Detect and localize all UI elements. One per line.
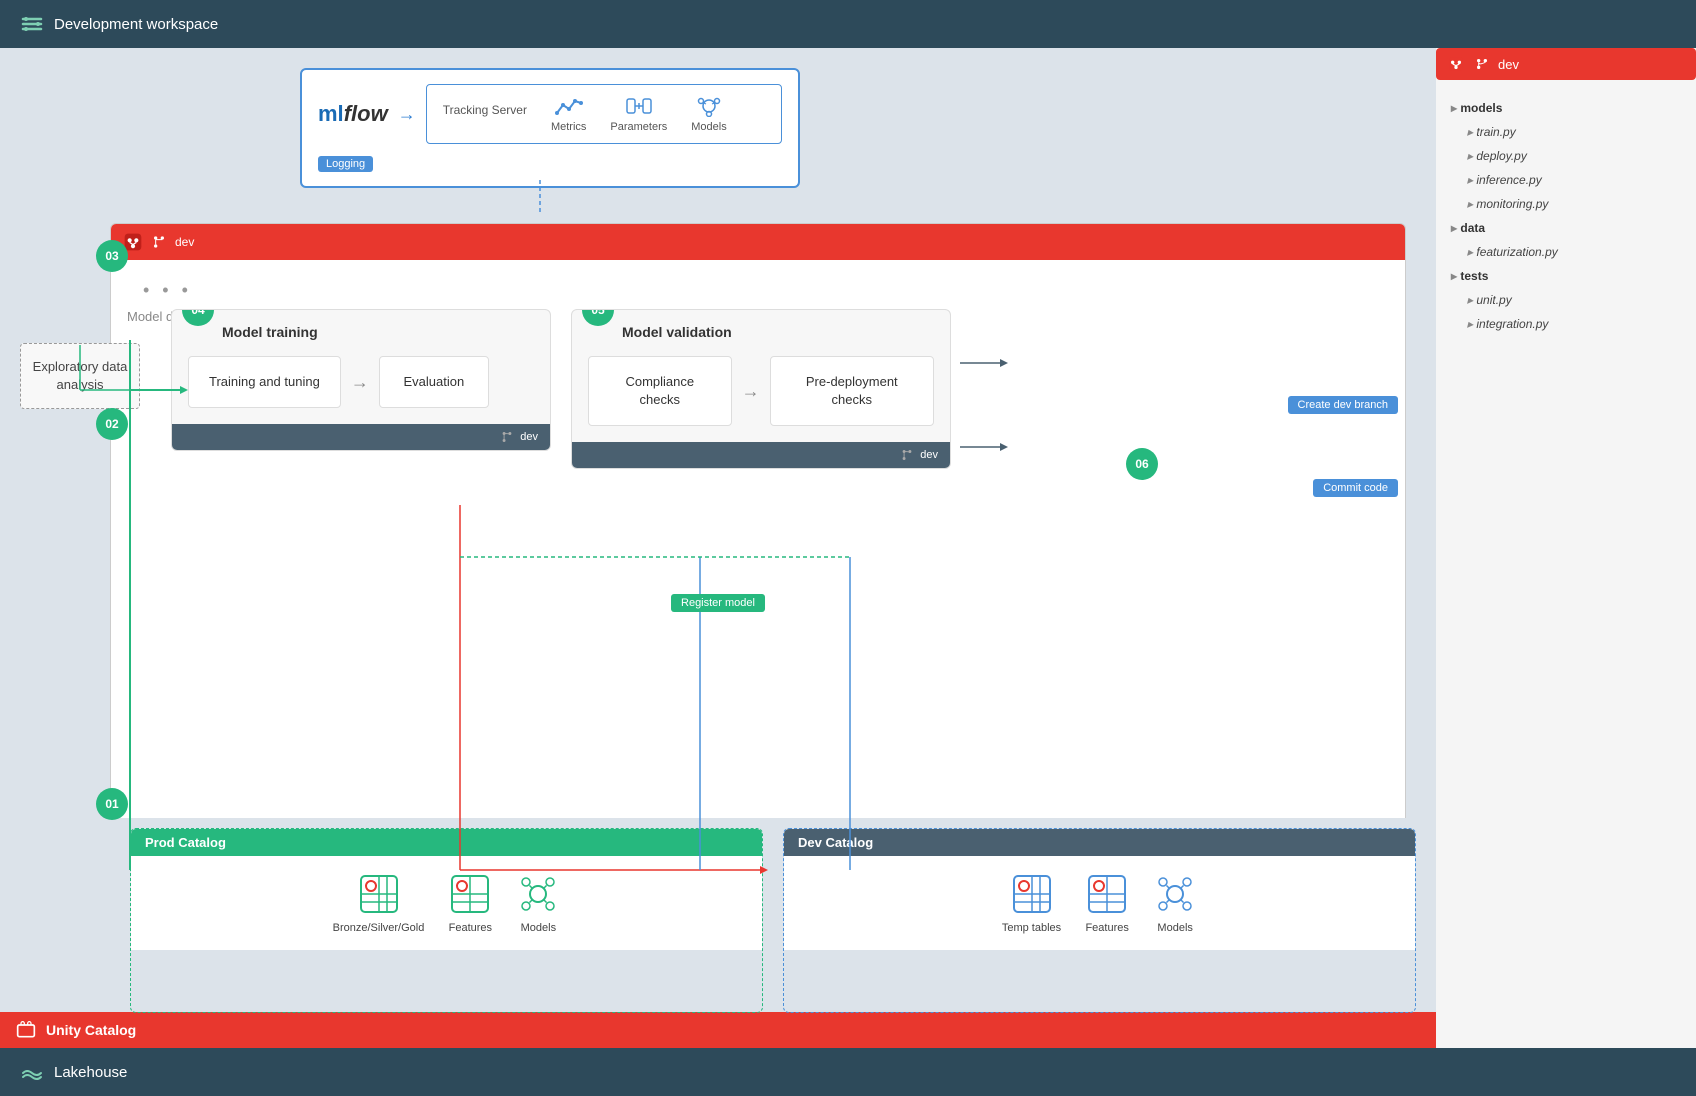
training-content: Training and tuning → Evaluation — [172, 348, 550, 424]
tracking-server-container: Tracking Server Metrics — [426, 84, 782, 144]
models-tracking-icon — [695, 95, 723, 117]
dev-workspace-container: dev • • • Model deployment 04 Model trai… — [110, 223, 1406, 828]
dev-models-item: Models — [1153, 872, 1197, 934]
catalog-area: Unity Catalog Prod Catalog Bronze/Silver… — [0, 818, 1436, 1048]
commit-code-container: Commit code — [1313, 478, 1398, 497]
logging-badge: Logging — [318, 156, 373, 172]
git-panel-header: dev — [1436, 48, 1696, 80]
commit-code-label: Commit code — [1313, 479, 1398, 497]
dev-catalog-content: Temp tables Features — [784, 856, 1415, 950]
dev-models-icon — [1153, 872, 1197, 916]
model-training-section: 04 Model training Training and tuning → … — [171, 309, 551, 451]
validation-content: Compliance checks → Pre-deployment check… — [572, 348, 950, 442]
tracking-server-label: Tracking Server — [443, 103, 527, 125]
git-diamond-icon — [1446, 54, 1466, 74]
branch-icon-panel — [1474, 56, 1490, 72]
model-validation-section: 05 Model validation Compliance checks → … — [571, 309, 951, 469]
step-01-badge: 01 — [96, 788, 128, 820]
dev-temp-item: Temp tables — [1002, 872, 1061, 934]
unity-catalog-title: Unity Catalog — [46, 1022, 136, 1038]
compliance-checks-box: Compliance checks — [588, 356, 732, 426]
unity-catalog-bar: Unity Catalog — [0, 1012, 1436, 1048]
catalogs-row: Prod Catalog Bronze/Silver/Gold — [130, 828, 1416, 1013]
dev-branch-label: dev — [175, 235, 194, 249]
prod-bronze-icon — [357, 872, 401, 916]
prod-features-item: Features — [448, 872, 492, 934]
eda-box: Exploratory data analysis — [20, 343, 140, 409]
mlflow-arrow-icon: → — [398, 104, 416, 125]
prod-features-icon — [448, 872, 492, 916]
featurization-file: featurization.py — [1467, 240, 1681, 264]
inference-file: inference.py — [1467, 168, 1681, 192]
unity-catalog-icon — [16, 1020, 36, 1040]
create-dev-branch-container: Create dev branch — [1288, 395, 1399, 414]
branch-dev-icon — [151, 234, 167, 250]
unit-file: unit.py — [1467, 288, 1681, 312]
prod-catalog-content: Bronze/Silver/Gold Features — [131, 856, 762, 950]
models-folder: models — [1451, 96, 1681, 120]
top-bar: Development workspace — [0, 0, 1696, 48]
parameters-icon — [625, 95, 653, 117]
create-dev-branch-label: Create dev branch — [1288, 396, 1399, 414]
lakehouse-title: Lakehouse — [54, 1064, 127, 1081]
data-folder: data — [1451, 216, 1681, 240]
register-model-label: Register model — [671, 594, 765, 612]
branch-footer-icon-2 — [900, 448, 914, 462]
git-panel-branch-label: dev — [1498, 57, 1519, 72]
training-footer: dev — [172, 424, 550, 450]
monitoring-file: monitoring.py — [1467, 192, 1681, 216]
bottom-bar: Lakehouse — [0, 1048, 1696, 1096]
mlflow-box: mlflow → Tracking Server — [300, 68, 800, 188]
deploy-file: deploy.py — [1467, 144, 1681, 168]
model-validation-title: Model validation — [572, 310, 950, 348]
training-tuning-box: Training and tuning — [188, 356, 341, 408]
prod-bronze-item: Bronze/Silver/Gold — [333, 872, 425, 934]
dots-decoration: • • • — [127, 272, 1389, 309]
integration-file: integration.py — [1467, 312, 1681, 336]
dev-temp-icon — [1010, 872, 1054, 916]
dev-catalog-header: Dev Catalog — [784, 829, 1415, 856]
step-06-badge: 06 — [1126, 448, 1158, 480]
git-panel: dev models train.py deploy.py inference.… — [1436, 48, 1696, 1048]
models-item: Models — [691, 95, 726, 133]
step-03-badge: 03 — [96, 240, 128, 272]
step-02-badge: 02 — [96, 408, 128, 440]
parameters-item: Parameters — [610, 95, 667, 133]
workspace-title: Development workspace — [54, 16, 218, 33]
mlflow-header: mlflow → Tracking Server — [318, 84, 782, 144]
workspace-icon — [20, 12, 44, 36]
dev-workspace-body: • • • Model deployment 04 Model training… — [111, 260, 1405, 348]
arrow-validation: → — [742, 381, 760, 402]
prod-catalog-box: Prod Catalog Bronze/Silver/Gold — [130, 828, 763, 1013]
file-tree: models train.py deploy.py inference.py m… — [1451, 96, 1681, 336]
logging-badge-container: Logging — [318, 152, 782, 172]
metrics-icon — [555, 95, 583, 117]
prod-models-item: Models — [516, 872, 560, 934]
metrics-item: Metrics — [551, 95, 586, 133]
dev-workspace-header: dev — [111, 224, 1405, 260]
lakehouse-icon — [20, 1060, 44, 1084]
train-file: train.py — [1467, 120, 1681, 144]
register-model-container: Register model — [671, 593, 765, 612]
tracking-server-box: Tracking Server Metrics — [426, 84, 782, 144]
pre-deployment-checks-box: Pre-deployment checks — [770, 356, 934, 426]
evaluation-box: Evaluation — [379, 356, 489, 408]
model-training-title: Model training — [172, 310, 550, 348]
mlflow-logo: mlflow — [318, 101, 388, 127]
prod-models-icon — [516, 872, 560, 916]
tests-folder: tests — [1451, 264, 1681, 288]
branch-footer-icon-1 — [500, 430, 514, 444]
dev-features-icon — [1085, 872, 1129, 916]
validation-footer: dev — [572, 442, 950, 468]
dev-features-item: Features — [1085, 872, 1129, 934]
prod-catalog-header: Prod Catalog — [131, 829, 762, 856]
arrow-training: → — [351, 372, 369, 393]
dev-catalog-box: Dev Catalog Temp tables — [783, 828, 1416, 1013]
